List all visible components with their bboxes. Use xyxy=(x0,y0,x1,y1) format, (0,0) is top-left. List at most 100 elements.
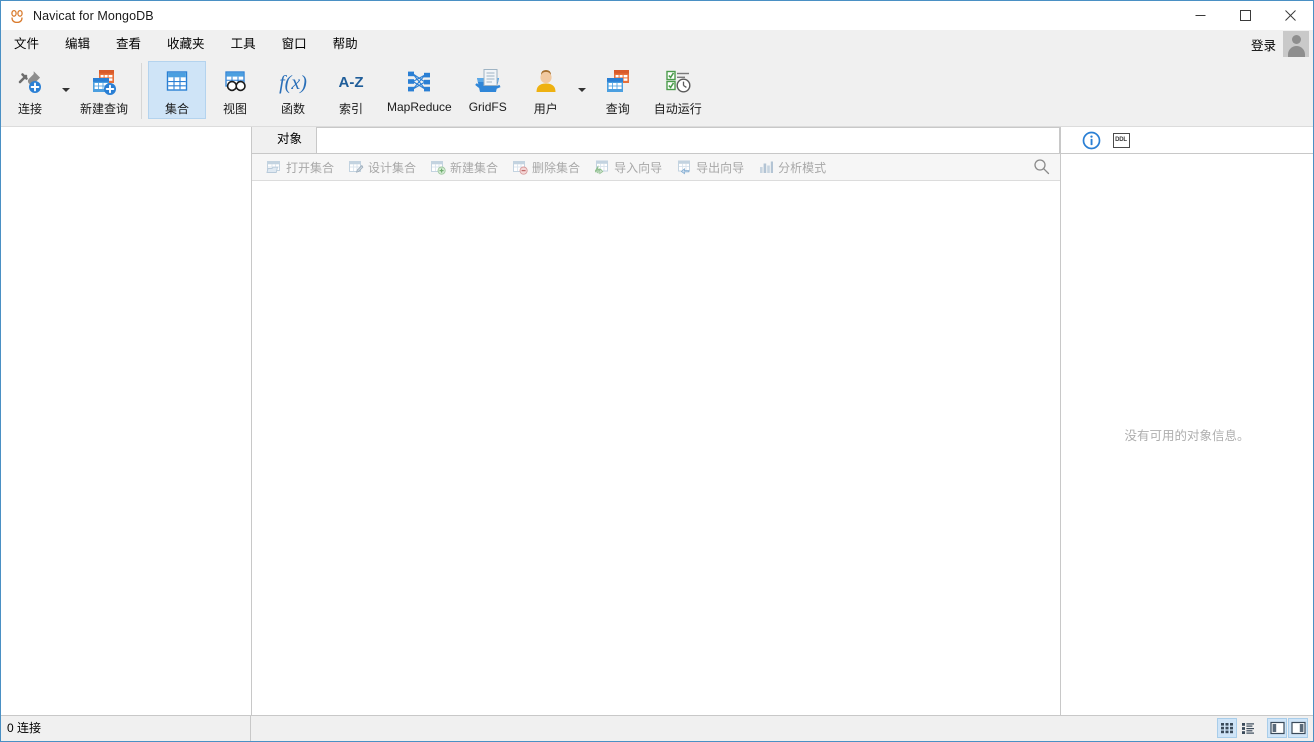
toolbar-button-function-label: 函数 xyxy=(281,102,306,116)
design-collection-label: 设计集合 xyxy=(368,160,417,175)
toolbar-button-connection-label: 连接 xyxy=(17,102,42,116)
view-glasses-icon xyxy=(219,66,251,98)
main-toolbar: 连接 新建查询 集合 视图 f(x) 函数 A-Z 索引 MapReduce G… xyxy=(1,58,1313,127)
tabstrip-empty-area xyxy=(316,127,1060,153)
import-wizard-label: 导入向导 xyxy=(614,160,663,175)
center-pane: 对象 打开集合 设计集合 新建集合 删除集合 导入向导 导出向导 分析模式 xyxy=(252,127,1061,715)
toolbar-button-gridfs[interactable]: GridFS xyxy=(459,61,517,119)
toolbar-button-gridfs-label: GridFS xyxy=(468,100,507,114)
export-wizard-button[interactable]: 导出向导 xyxy=(670,155,750,179)
menu-item-window[interactable]: 窗口 xyxy=(269,30,320,58)
open-collection-button[interactable]: 打开集合 xyxy=(260,155,340,179)
window-title: Navicat for MongoDB xyxy=(33,8,154,23)
chevron-down-icon xyxy=(62,88,70,92)
toolbar-button-user-label: 用户 xyxy=(533,102,558,116)
automation-clock-icon xyxy=(662,66,694,98)
grid-view-icon[interactable] xyxy=(1217,718,1237,738)
new-query-icon xyxy=(88,66,120,98)
right-panel-toggle-icon[interactable] xyxy=(1288,718,1308,738)
toolbar-button-collection[interactable]: 集合 xyxy=(148,61,207,119)
open-collection-icon xyxy=(266,159,282,175)
menu-bar: 文件 编辑 查看 收藏夹 工具 窗口 帮助 登录 xyxy=(1,30,1313,58)
ddl-label: DDL xyxy=(1112,132,1130,148)
application-window: Navicat for MongoDB 文件 编辑 查看 收藏夹 工具 窗口 帮… xyxy=(0,0,1314,742)
title-bar: Navicat for MongoDB xyxy=(1,1,1313,30)
svg-text:A-Z: A-Z xyxy=(339,74,364,91)
toolbar-button-mapreduce[interactable]: MapReduce xyxy=(380,61,459,119)
menu-item-favorites[interactable]: 收藏夹 xyxy=(154,30,218,58)
svg-text:f(x): f(x) xyxy=(279,72,307,94)
import-wizard-button[interactable]: 导入向导 xyxy=(588,155,668,179)
toolbar-button-collection-label: 集合 xyxy=(165,102,190,116)
toolbar-button-view-label: 视图 xyxy=(223,102,248,116)
menu-item-edit[interactable]: 编辑 xyxy=(52,30,103,58)
maximize-button[interactable] xyxy=(1223,1,1268,30)
toolbar-group-objects: 集合 视图 f(x) 函数 A-Z 索引 MapReduce GridFS 用户… xyxy=(148,58,709,126)
status-panel-toggle-group xyxy=(1267,718,1309,738)
menu-item-tools[interactable]: 工具 xyxy=(218,30,269,58)
analyze-schema-label: 分析模式 xyxy=(778,160,827,175)
index-az-icon: A-Z xyxy=(331,66,371,98)
toolbar-button-query-label: 查询 xyxy=(605,102,630,116)
new-collection-button[interactable]: 新建集合 xyxy=(424,155,504,179)
query-calendar-icon xyxy=(602,66,634,98)
window-controls xyxy=(1178,1,1313,30)
information-pane-tabs: DDL xyxy=(1061,127,1313,154)
collection-table-icon xyxy=(161,66,193,98)
design-collection-icon xyxy=(348,159,364,175)
toolbar-button-connection[interactable]: 连接 xyxy=(1,61,59,119)
toolbar-button-index-label: 索引 xyxy=(339,102,364,116)
minimize-button[interactable] xyxy=(1178,1,1223,30)
menubar-account-area: 登录 xyxy=(1251,30,1313,58)
search-icon[interactable] xyxy=(1033,158,1050,175)
object-tabstrip: 对象 xyxy=(252,127,1060,154)
chevron-down-icon xyxy=(577,88,586,92)
toolbar-button-view[interactable]: 视图 xyxy=(206,61,264,119)
information-pane: DDL 没有可用的对象信息。 xyxy=(1061,127,1313,715)
object-list-grid[interactable] xyxy=(252,181,1060,715)
toolbar-button-query[interactable]: 查询 xyxy=(589,61,647,119)
information-pane-empty-message: 没有可用的对象信息。 xyxy=(1061,154,1313,715)
mapreduce-icon xyxy=(403,66,435,98)
toolbar-button-user[interactable]: 用户 xyxy=(517,61,575,119)
connection-navigation-pane[interactable] xyxy=(1,127,252,715)
user-person-icon xyxy=(530,66,562,98)
list-view-icon[interactable] xyxy=(1238,718,1258,738)
connection-plug-add-icon xyxy=(14,66,46,98)
menu-item-help[interactable]: 帮助 xyxy=(320,30,371,58)
toolbar-button-function[interactable]: f(x) 函数 xyxy=(264,61,322,119)
menu-item-view[interactable]: 查看 xyxy=(103,30,154,58)
delete-collection-button[interactable]: 删除集合 xyxy=(506,155,586,179)
export-wizard-label: 导出向导 xyxy=(696,160,745,175)
navicat-logo-icon xyxy=(9,8,25,24)
analyze-schema-icon xyxy=(758,159,774,175)
toolbar-button-mapreduce-label: MapReduce xyxy=(387,100,452,114)
toolbar-button-automation[interactable]: 自动运行 xyxy=(647,61,709,119)
left-panel-toggle-icon[interactable] xyxy=(1267,718,1287,738)
menu-item-file[interactable]: 文件 xyxy=(1,30,52,58)
import-wizard-icon xyxy=(594,159,610,175)
gridfs-bucket-icon xyxy=(472,66,504,98)
new-collection-icon xyxy=(430,159,446,175)
toolbar-connection-dropdown[interactable] xyxy=(59,61,73,119)
status-view-toggles xyxy=(1209,718,1309,738)
design-collection-button[interactable]: 设计集合 xyxy=(342,155,422,179)
status-list-mode-group xyxy=(1217,718,1259,738)
toolbar-button-automation-label: 自动运行 xyxy=(653,102,702,116)
new-collection-label: 新建集合 xyxy=(450,160,499,175)
toolbar-button-index[interactable]: A-Z 索引 xyxy=(322,61,380,119)
delete-collection-label: 删除集合 xyxy=(532,160,581,175)
toolbar-group-connection: 连接 新建查询 xyxy=(1,58,135,126)
toolbar-button-new-query[interactable]: 新建查询 xyxy=(73,61,135,119)
export-wizard-icon xyxy=(676,159,692,175)
open-collection-label: 打开集合 xyxy=(286,160,335,175)
user-avatar-icon[interactable] xyxy=(1283,31,1309,57)
analyze-schema-button[interactable]: 分析模式 xyxy=(752,155,832,179)
login-link[interactable]: 登录 xyxy=(1251,35,1276,54)
tab-objects[interactable]: 对象 xyxy=(264,127,316,153)
status-bar: 0 连接 xyxy=(1,715,1313,741)
toolbar-user-dropdown[interactable] xyxy=(575,61,589,119)
close-button[interactable] xyxy=(1268,1,1313,30)
info-circle-icon[interactable] xyxy=(1080,129,1102,151)
ddl-box-icon[interactable]: DDL xyxy=(1110,129,1132,151)
